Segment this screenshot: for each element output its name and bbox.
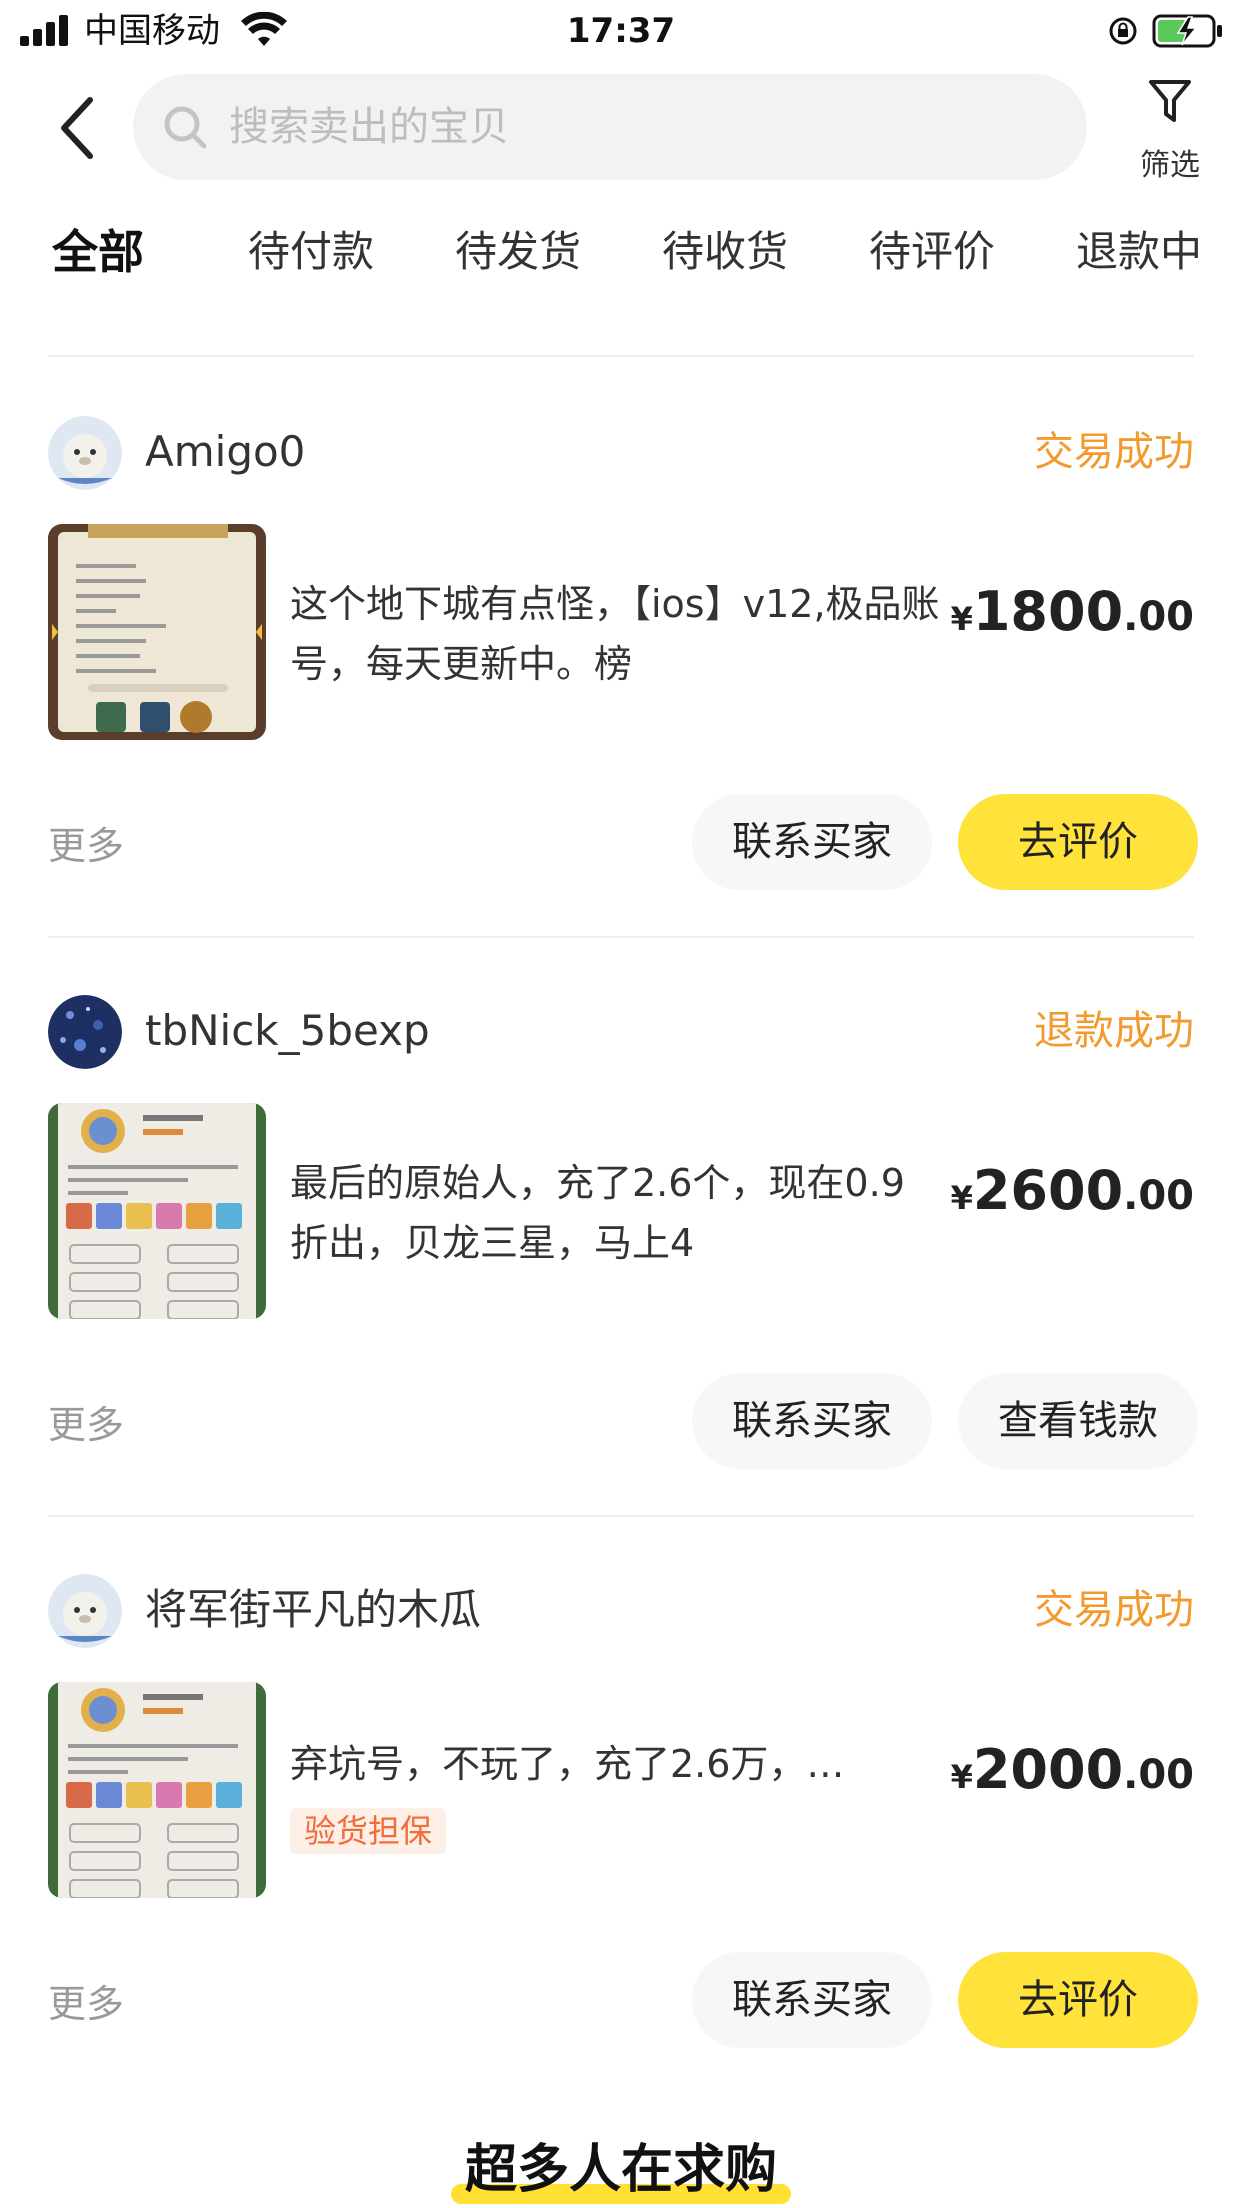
orientation-lock-icon	[1109, 17, 1137, 45]
tab-pending-receipt[interactable]: 待收货	[662, 220, 788, 300]
search-bar[interactable]	[133, 74, 1087, 180]
filter-funnel-icon	[1149, 80, 1191, 122]
buyer-name[interactable]: Amigo0	[145, 422, 305, 482]
avatar[interactable]	[48, 995, 122, 1069]
battery-charging-icon	[1152, 14, 1222, 48]
order-status-tabs: 全部 待付款 待发货 待收货 待评价 退款中	[0, 220, 1242, 300]
order-status: 退款成功	[1034, 1008, 1194, 1054]
tab-refunding[interactable]: 退款中	[1076, 220, 1202, 300]
buyer-name[interactable]: tbNick_5bexp	[145, 1001, 430, 1061]
order-card: Amigo0 交易成功 这个地下城有点怪，【ios】v12,极品账号，每天更新中…	[0, 376, 1242, 956]
order-status: 交易成功	[1034, 429, 1194, 475]
product-price: ¥1800.00	[950, 580, 1194, 643]
inspection-guarantee-badge: 验货担保	[290, 1808, 447, 1854]
search-icon	[164, 106, 207, 149]
filter-label: 筛选	[1140, 148, 1200, 183]
divider	[48, 936, 1194, 938]
order-status: 交易成功	[1034, 1587, 1194, 1633]
product-title[interactable]: 这个地下城有点怪，【ios】v12,极品账号，每天更新中。榜	[290, 574, 940, 694]
tab-all[interactable]: 全部	[52, 220, 144, 300]
product-thumbnail[interactable]	[48, 1103, 266, 1319]
product-price: ¥2600.00	[950, 1159, 1194, 1222]
back-button[interactable]	[46, 88, 106, 168]
search-input[interactable]	[229, 74, 1049, 180]
product-title[interactable]: 弃坑号，不玩了，充了2.6万，…	[290, 1734, 910, 1794]
contact-buyer-button[interactable]: 联系买家	[692, 794, 932, 890]
divider	[48, 1515, 1194, 1517]
order-card: 将军街平凡的木瓜 交易成功 弃坑号，不玩了，充了2.6万，… 验货担保 ¥200…	[0, 1534, 1242, 2114]
avatar[interactable]	[48, 1574, 122, 1648]
product-thumbnail[interactable]	[48, 524, 266, 740]
order-card: tbNick_5bexp 退款成功 最后的原始人，充了2.6个，现在0.9折出，…	[0, 955, 1242, 1535]
filter-button[interactable]: 筛选	[1120, 72, 1220, 192]
review-button[interactable]: 去评价	[958, 794, 1198, 890]
back-chevron-icon	[61, 97, 93, 159]
more-button[interactable]: 更多	[48, 1395, 124, 1455]
clock: 17:37	[566, 11, 676, 51]
product-price: ¥2000.00	[950, 1738, 1194, 1801]
view-payment-button[interactable]: 查看钱款	[958, 1373, 1198, 1469]
tab-pending-shipment[interactable]: 待发货	[455, 220, 581, 300]
product-title[interactable]: 最后的原始人，充了2.6个，现在0.9折出，贝龙三星，马上4	[290, 1153, 940, 1273]
status-bar: 中国移动 17:37	[0, 0, 1242, 62]
tab-pending-payment[interactable]: 待付款	[248, 220, 374, 300]
section-title: 超多人在求购	[450, 2132, 791, 2208]
product-thumbnail[interactable]	[48, 1682, 266, 1898]
more-button[interactable]: 更多	[48, 816, 124, 876]
contact-buyer-button[interactable]: 联系买家	[692, 1952, 932, 2048]
contact-buyer-button[interactable]: 联系买家	[692, 1373, 932, 1469]
avatar[interactable]	[48, 416, 122, 490]
divider	[48, 355, 1194, 357]
tab-pending-review[interactable]: 待评价	[869, 220, 995, 300]
wanted-section-header: 超多人在求购	[0, 2132, 1242, 2208]
buyer-name[interactable]: 将军街平凡的木瓜	[145, 1580, 481, 1640]
review-button[interactable]: 去评价	[958, 1952, 1198, 2048]
more-button[interactable]: 更多	[48, 1974, 124, 2034]
